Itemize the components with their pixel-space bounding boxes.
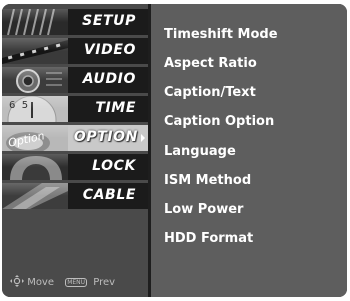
prev-label: Prev <box>93 277 116 288</box>
submenu-item-aspect-ratio[interactable]: Aspect Ratio <box>164 56 257 71</box>
video-thumbnail <box>2 38 68 64</box>
setup-thumbnail <box>2 9 68 35</box>
sidebar-item-label: VIDEO <box>83 42 136 58</box>
time-thumbnail: 6 5 <box>2 96 68 122</box>
option-submenu: Timeshift Mode Aspect Ratio Caption/Text… <box>151 4 347 297</box>
move-label: Move <box>27 277 55 288</box>
submenu-item-hdd-format[interactable]: HDD Format <box>164 231 253 246</box>
submenu-item-low-power[interactable]: Low Power <box>164 202 243 217</box>
chevron-right-icon <box>141 134 145 142</box>
sidebar-item-label: OPTION <box>73 129 138 145</box>
sidebar-item-lock[interactable]: LOCK <box>2 154 148 180</box>
osd-menu: SETUP VIDEO AUDIO TIME Option OPTION LOC… <box>2 4 347 297</box>
sidebar-item-label: AUDIO <box>82 71 136 87</box>
move-dpad-icon <box>10 275 24 290</box>
sidebar-item-label: LOCK <box>92 158 136 174</box>
audio-thumbnail <box>2 67 68 93</box>
sidebar-item-cable[interactable]: CABLE <box>2 183 148 209</box>
submenu-item-caption-text[interactable]: Caption/Text <box>164 85 256 100</box>
sidebar-item-audio[interactable]: AUDIO <box>2 67 148 93</box>
sidebar-item-time[interactable]: 6 5 TIME <box>2 96 148 122</box>
sidebar-item-video[interactable]: VIDEO <box>2 38 148 64</box>
sidebar-item-setup[interactable]: SETUP <box>2 9 148 35</box>
sidebar-item-option[interactable]: Option OPTION <box>2 125 148 151</box>
option-thumbnail: Option <box>2 125 68 151</box>
submenu-item-caption-option[interactable]: Caption Option <box>164 114 274 129</box>
submenu-item-ism-method[interactable]: ISM Method <box>164 173 251 188</box>
sidebar-item-label: SETUP <box>82 13 136 29</box>
cable-thumbnail <box>2 183 68 209</box>
footer-hints: Move MENU Prev <box>10 275 145 289</box>
lock-thumbnail <box>2 154 68 180</box>
sidebar-item-label: CABLE <box>82 187 136 203</box>
submenu-item-language[interactable]: Language <box>164 144 236 159</box>
menu-button-badge: MENU <box>65 278 88 287</box>
submenu-item-timeshift-mode[interactable]: Timeshift Mode <box>164 27 278 42</box>
sidebar-item-label: TIME <box>95 100 136 116</box>
main-menu-sidebar: SETUP VIDEO AUDIO TIME Option OPTION LOC… <box>2 4 148 297</box>
